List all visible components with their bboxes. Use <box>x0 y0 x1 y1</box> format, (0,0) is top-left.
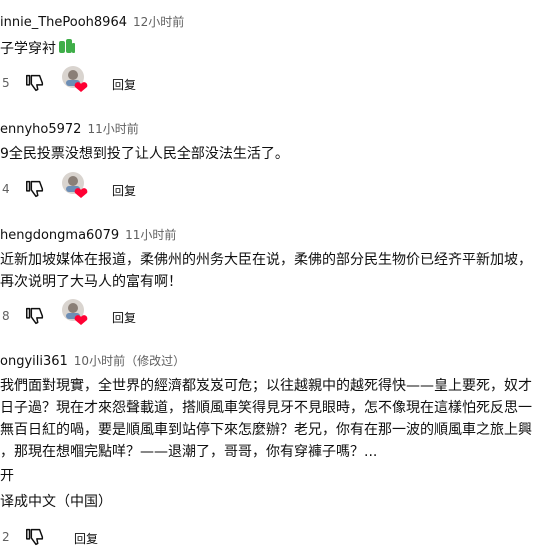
comment-header: ongyili361 10小时前（修改过） <box>0 353 185 370</box>
dislike-icon[interactable] <box>24 305 46 327</box>
reply-button[interactable]: 回复 <box>112 309 136 326</box>
comment-author[interactable]: innie_ThePooh8964 <box>0 15 127 30</box>
reply-button[interactable]: 回复 <box>112 76 136 93</box>
comment-time[interactable]: 10小时前（修改过） <box>74 354 185 368</box>
comment-author[interactable]: hengdongma6079 <box>0 228 119 243</box>
comment-header: innie_ThePooh8964 12小时前 <box>0 14 184 31</box>
comment-text-line: 子学穿衬 <box>0 41 56 57</box>
reply-button[interactable]: 回复 <box>112 182 136 199</box>
comment-author[interactable]: ongyili361 <box>0 354 68 369</box>
creator-heart-icon[interactable] <box>60 297 90 327</box>
comment-text: 9全民投票没想到投了让人民全部没法生活了。 <box>0 144 289 164</box>
comment-time[interactable]: 12小时前 <box>133 15 184 29</box>
like-count: 5 <box>2 76 10 90</box>
reply-button[interactable]: 回复 <box>74 530 98 547</box>
dislike-icon[interactable] <box>24 178 46 200</box>
like-count: 4 <box>2 182 10 196</box>
comment-text-line: 我們面對現實，全世界的經濟都岌岌可危；以往越親中的越死得快——皇上要死，奴才 <box>0 378 532 394</box>
comment-time[interactable]: 11小时前 <box>125 228 176 242</box>
comment-text-line: ，那現在想嗰完點咩？——退潮了，哥哥，你有穿褲子嗎？... <box>0 444 378 460</box>
comment-actions: 5 回复 <box>0 66 300 96</box>
comment-text-line: 再次说明了大马人的富有啊！ <box>0 274 182 290</box>
creator-heart-icon[interactable] <box>60 64 90 94</box>
translate-link[interactable]: 译成中文（中国） <box>0 492 112 512</box>
dislike-icon[interactable] <box>24 526 46 548</box>
comment-actions: 2 回复 <box>0 526 300 550</box>
like-count: 2 <box>2 530 10 544</box>
comment-text-line: 近新加坡媒体在报道，柔佛州的州务大臣在说，柔佛的部分民生物价已经齐平新加坡， <box>0 252 532 268</box>
comment-header: hengdongma6079 11小时前 <box>0 227 176 244</box>
comment-text-line: 日子過？現在才來怨聲載道，搭順風車笑得見牙不見眼時，怎不像現在這樣怕死反思一 <box>0 400 532 416</box>
comment-text: 子学穿衬 <box>0 37 76 61</box>
like-count: 8 <box>2 309 10 323</box>
comment-text-line: 9全民投票没想到投了让人民全部没法生活了。 <box>0 146 289 162</box>
dislike-icon[interactable] <box>24 72 46 94</box>
comment-text-line: 無百日紅的喎，要是順風車到站停下來怎麼辦？老兄，你有在那一波的順風車之旅上興 <box>0 422 532 438</box>
read-more-link[interactable]: 开 <box>0 466 14 486</box>
comment-actions: 4 回复 <box>0 172 300 202</box>
comment-time[interactable]: 11小时前 <box>87 122 138 136</box>
green-emoji-icon <box>58 37 76 61</box>
comment-header: ennyho5972 11小时前 <box>0 121 139 138</box>
comment-author[interactable]: ennyho5972 <box>0 122 81 137</box>
comment-actions: 8 回复 <box>0 299 300 329</box>
creator-heart-icon[interactable] <box>60 170 90 200</box>
